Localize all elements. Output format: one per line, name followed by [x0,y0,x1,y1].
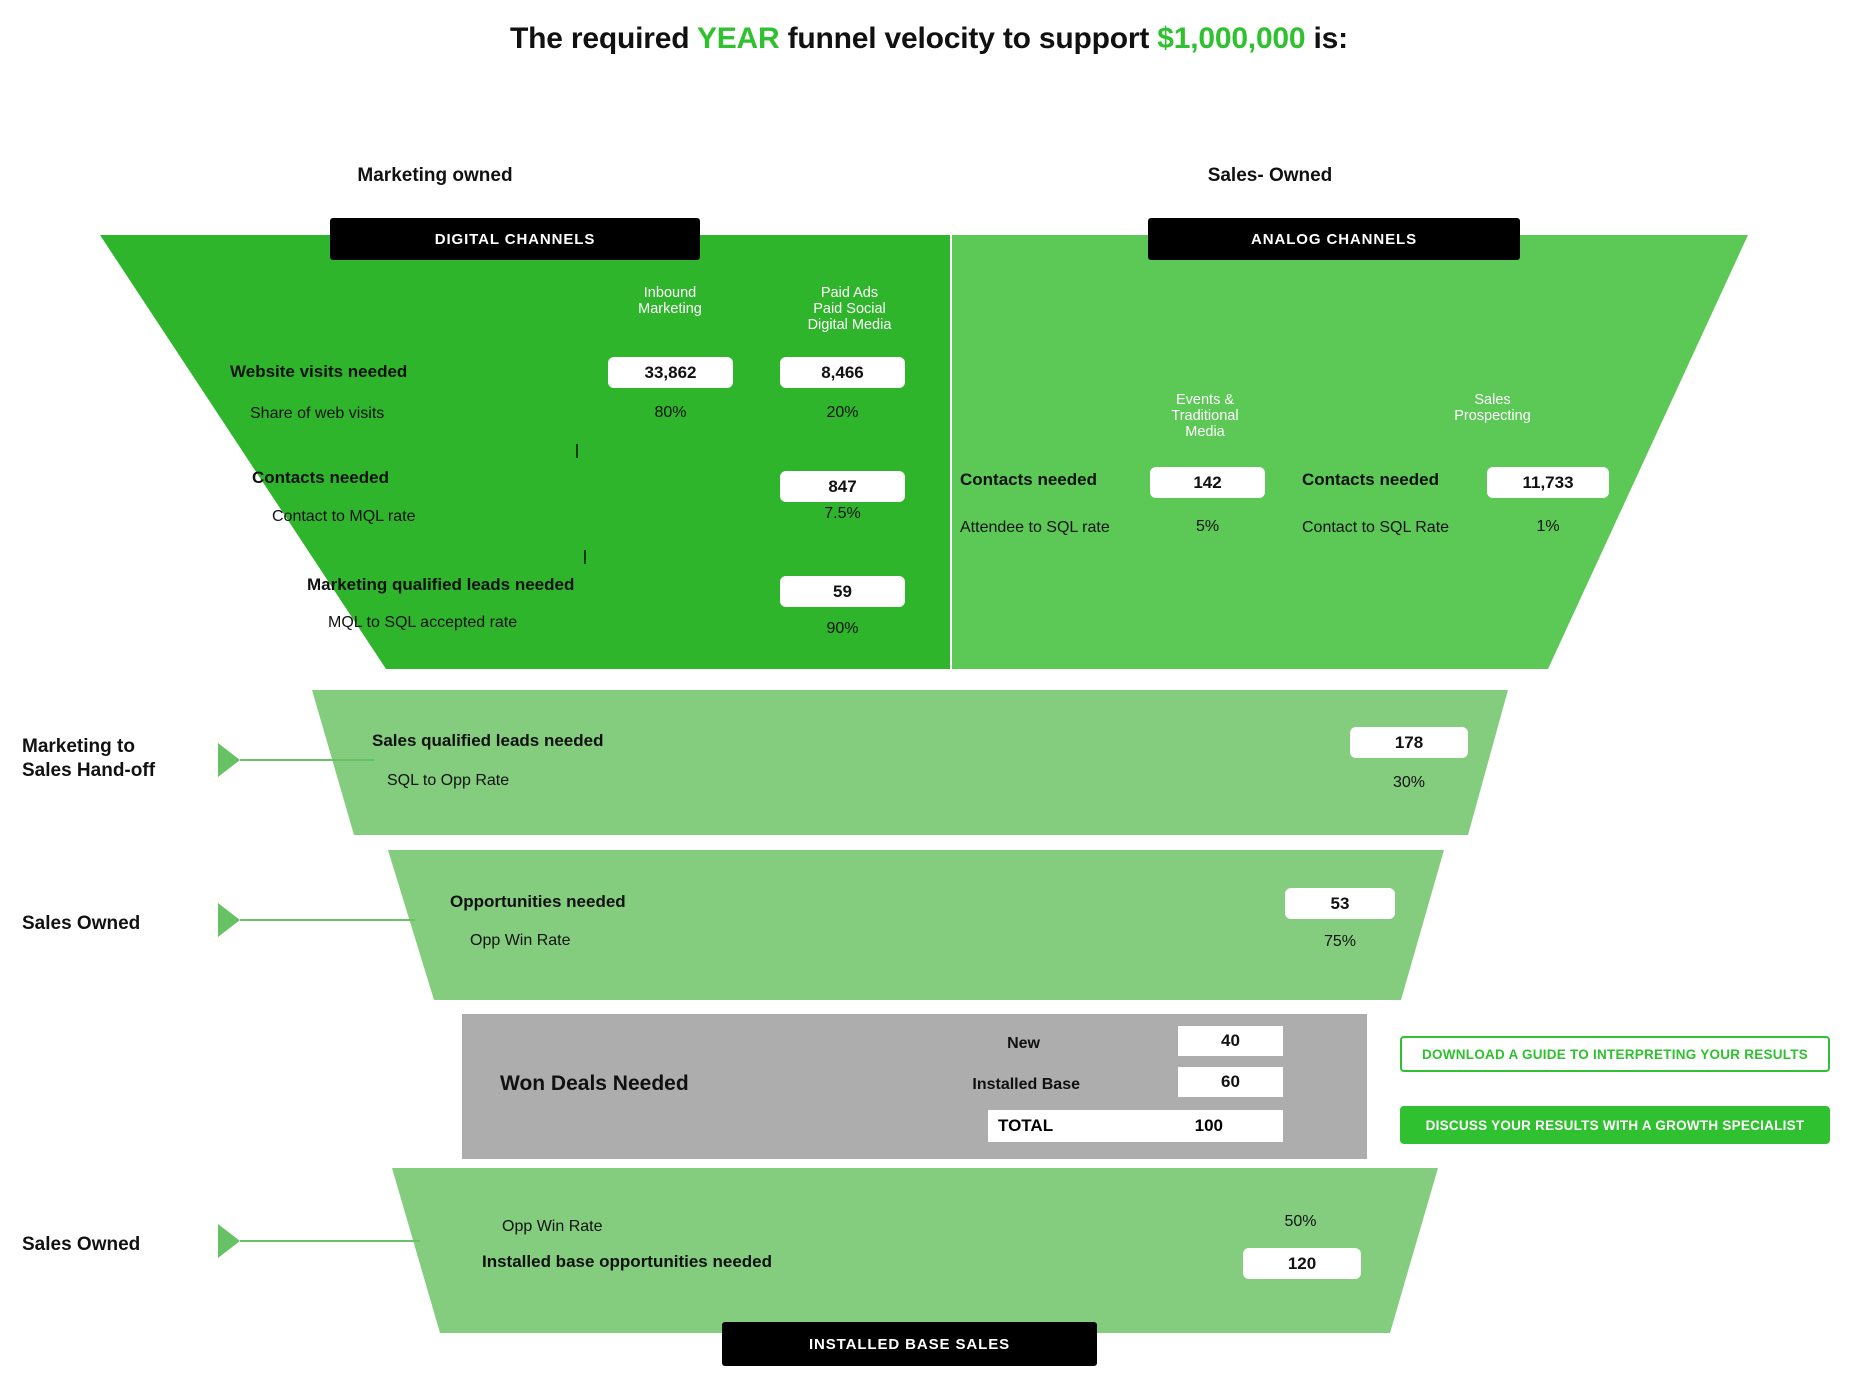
analog-channels-panel [952,235,1548,669]
opportunities-band [388,850,1444,1000]
opportunities-arrow-line [240,919,415,921]
sql-handoff-band [312,690,1508,835]
column-head-events: Events & Traditional Media [1171,392,1239,441]
row-sublabel-share-of-web-visits: Share of web visits [250,405,385,422]
row-label-website-visits: Website visits needed [230,362,408,381]
won-deals-total-row: TOTAL 100 [988,1110,1283,1142]
pct-attendee-to-sql: 5% [1195,518,1220,535]
row-sublabel-mql-to-sql: MQL to SQL accepted rate [328,614,518,631]
won-deals-total-label: TOTAL [998,1116,1054,1135]
installed-base-sales-chip: INSTALLED BASE SALES [722,1322,1097,1366]
value-website-visits-paid: 8,466 [780,357,905,388]
funnel-canvas: The required YEAR funnel velocity to sup… [0,0,1858,1374]
page-title: The required YEAR funnel velocity to sup… [0,22,1858,56]
won-deals-row-label-installed-base: Installed Base [972,1076,1080,1093]
row-sublabel-attendee-to-sql: Attendee to SQL rate [960,519,1110,536]
value-opportunities-needed: 53 [1285,888,1395,919]
won-deals-value-installed-base: 60 [1178,1067,1283,1097]
handoff-arrow-icon [218,743,240,777]
row-sublabel-contact-to-sql: Contact to SQL Rate [1302,519,1450,536]
title-part-3: is: [1305,22,1349,55]
pct-opp-win-rate: 75% [1323,933,1357,950]
row-label-events-contacts: Contacts needed [960,470,1097,489]
won-deals-row-label-new: New [1007,1035,1040,1052]
value-events-contacts: 142 [1150,467,1265,498]
value-sql-needed: 178 [1350,727,1468,758]
side-label-sales-owned-installed-base: Sales Owned [22,1234,141,1255]
won-deals-title: Won Deals Needed [500,1072,689,1095]
pct-contact-to-sql: 1% [1536,518,1560,535]
pct-share-inbound: 80% [654,404,687,421]
title-part-1: The required [510,22,697,55]
value-installed-base-opportunities: 120 [1243,1248,1361,1279]
opportunities-arrow-icon [218,903,240,937]
row-sublabel-opp-win-rate: Opp Win Rate [470,932,571,949]
handoff-arrow-line [240,759,375,761]
row-label-prospecting-contacts: Contacts needed [1302,470,1439,489]
title-part-2: funnel velocity to support [779,22,1158,55]
analog-channels-taper [1548,235,1748,669]
pct-mql-to-sql: 90% [826,620,859,637]
digital-channels-chip: DIGITAL CHANNELS [330,218,700,260]
handoff-label-line2: Sales Hand-off [22,759,156,781]
analog-channels-chip: ANALOG CHANNELS [1148,218,1520,260]
row-label-mql-needed: Marketing qualified leads needed [307,575,575,594]
row-sublabel-sql-to-opp: SQL to Opp Rate [387,772,510,789]
installed-base-arrow-icon [218,1224,240,1258]
column-head-prospecting: Sales Prospecting [1454,392,1531,425]
connector-tick-2 [584,550,586,564]
title-accent-year: YEAR [696,22,780,55]
column-head-inbound: Inbound Marketing [638,285,702,318]
row-label-sql-needed: Sales qualified leads needed [372,731,604,750]
pct-installed-opp-win-rate: 50% [1284,1213,1317,1230]
value-prospecting-contacts: 11,733 [1487,467,1609,498]
sales-owned-header: Sales- Owned [1207,165,1333,186]
discuss-results-button[interactable]: DISCUSS YOUR RESULTS WITH A GROWTH SPECI… [1400,1106,1830,1144]
installed-base-arrow-line [240,1240,420,1242]
connector-tick-1 [576,444,578,458]
won-deals-total-value: 100 [1194,1116,1223,1135]
download-guide-button[interactable]: DOWNLOAD A GUIDE TO INTERPRETING YOUR RE… [1400,1036,1830,1072]
value-contacts-paid: 847 [780,471,905,502]
value-website-visits-inbound: 33,862 [608,357,733,388]
row-label-opportunities-needed: Opportunities needed [450,892,626,911]
row-label-contacts-needed: Contacts needed [252,468,389,487]
row-sublabel-contact-to-mql: Contact to MQL rate [272,508,416,525]
won-deals-value-new: 40 [1178,1026,1283,1056]
row-sublabel-installed-opp-win-rate: Opp Win Rate [502,1218,603,1235]
pct-contact-to-mql: 7.5% [824,505,861,522]
side-label-sales-owned-opportunities: Sales Owned [22,913,141,934]
handoff-label-line1: Marketing to [22,736,135,757]
value-mql-paid: 59 [780,576,905,607]
title-accent-amount: $1,000,000 [1157,22,1306,55]
column-head-paid: Paid Ads Paid Social Digital Media [807,285,892,334]
marketing-owned-header: Marketing owned [357,165,513,186]
pct-share-paid: 20% [826,404,859,421]
pct-sql-to-opp: 30% [1392,774,1426,791]
row-label-installed-base-opportunities: Installed base opportunities needed [482,1252,772,1271]
